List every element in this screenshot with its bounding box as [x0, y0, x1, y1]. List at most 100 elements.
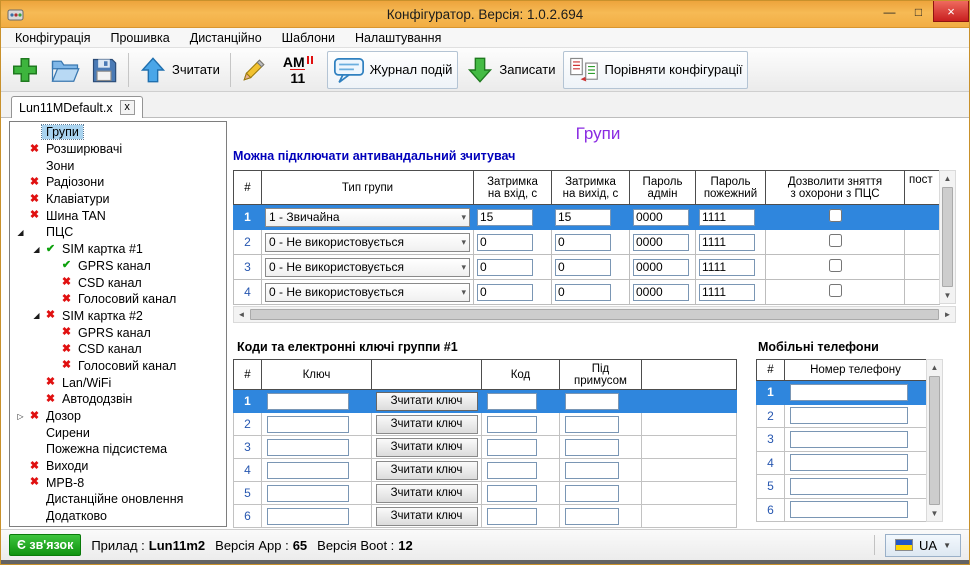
allow-disarm-checkbox[interactable] — [828, 259, 842, 272]
tree-item-14[interactable]: ✖ Голосовий канал — [10, 358, 226, 375]
key-input[interactable] — [267, 484, 349, 502]
save-config-button[interactable] — [85, 51, 123, 89]
tree-item-4[interactable]: ✖ Клавіатури — [10, 191, 226, 208]
code-input[interactable] — [487, 392, 537, 410]
window-resize-edge[interactable] — [1, 560, 969, 564]
key-input[interactable] — [267, 461, 349, 479]
scroll-up-icon[interactable] — [940, 171, 955, 186]
exit-delay-input[interactable] — [555, 258, 611, 276]
compare-configs-button[interactable]: Порівняти конфігурації — [563, 50, 749, 89]
edit-button[interactable] — [236, 51, 272, 89]
collapse-icon[interactable]: ◢ — [14, 228, 27, 237]
key-input[interactable] — [267, 438, 349, 456]
phone-row[interactable]: 4 — [756, 450, 927, 475]
admin-password-input[interactable] — [633, 208, 689, 226]
code-input[interactable] — [487, 461, 537, 479]
tree-item-15[interactable]: ✖ Lan/WiFi — [10, 374, 226, 391]
read-key-button[interactable]: Зчитати ключ — [375, 460, 478, 480]
fire-password-input[interactable] — [699, 208, 755, 226]
minimize-button[interactable]: — — [875, 1, 904, 22]
entry-delay-input[interactable] — [477, 258, 533, 276]
tree-item-8[interactable]: ✔ GPRS канал — [10, 258, 226, 275]
code-input[interactable] — [487, 507, 537, 525]
tree-item-6[interactable]: ◢ ПЦС — [10, 224, 226, 241]
scrollbar-thumb[interactable] — [250, 309, 939, 320]
scroll-left-icon[interactable] — [234, 307, 249, 322]
key-row[interactable]: 5 Зчитати ключ — [233, 481, 737, 505]
language-selector[interactable]: UA — [885, 533, 961, 557]
tree-item-9[interactable]: ✖ CSD канал — [10, 274, 226, 291]
expand-icon[interactable]: ▷ — [14, 412, 27, 421]
write-config-button[interactable]: Записати — [461, 51, 560, 89]
phones-vertical-scrollbar[interactable] — [926, 359, 943, 522]
menu-templates[interactable]: Шаблони — [272, 29, 345, 47]
key-row[interactable]: 4 Зчитати ключ — [233, 458, 737, 482]
tree-item-11[interactable]: ◢ ✖ SIM картка #2 — [10, 308, 226, 325]
tree-item-21[interactable]: ✖ МРВ-8 — [10, 474, 226, 491]
group-type-select[interactable]: 1 - Звичайна ▾ — [265, 207, 470, 227]
exit-delay-input[interactable] — [555, 233, 611, 251]
phone-number-input[interactable] — [790, 383, 908, 401]
code-input[interactable] — [487, 438, 537, 456]
tree-item-3[interactable]: ✖ Радіозони — [10, 174, 226, 191]
phone-row[interactable]: 1 — [756, 380, 927, 405]
maximize-button[interactable]: □ — [904, 1, 933, 22]
entry-delay-input[interactable] — [477, 233, 533, 251]
collapse-icon[interactable]: ◢ — [30, 245, 43, 254]
group-row[interactable]: 40 - Не використовується ▾ — [233, 279, 940, 305]
allow-disarm-checkbox[interactable] — [828, 284, 842, 297]
entry-delay-input[interactable] — [477, 208, 533, 226]
menu-remote[interactable]: Дистанційно — [180, 29, 272, 47]
key-row[interactable]: 6 Зчитати ключ — [233, 504, 737, 528]
tree-item-19[interactable]: Пожежна підсистема — [10, 441, 226, 458]
admin-password-input[interactable] — [633, 258, 689, 276]
admin-password-input[interactable] — [633, 283, 689, 301]
tree-item-16[interactable]: ✖ Автододзвін — [10, 391, 226, 408]
fire-password-input[interactable] — [699, 283, 755, 301]
phone-number-input[interactable] — [790, 430, 908, 448]
scroll-down-icon[interactable] — [927, 506, 942, 521]
read-key-button[interactable]: Зчитати ключ — [375, 414, 478, 434]
key-row[interactable]: 2 Зчитати ключ — [233, 412, 737, 436]
tab-close-button[interactable]: x — [119, 100, 135, 115]
am-11-button[interactable]: AM 11 — [272, 51, 324, 89]
read-key-button[interactable]: Зчитати ключ — [375, 437, 478, 457]
tree-item-18[interactable]: Сирени — [10, 424, 226, 441]
event-log-button[interactable]: Журнал подій — [326, 50, 459, 89]
read-key-button[interactable]: Зчитати ключ — [375, 506, 478, 526]
coercion-code-input[interactable] — [565, 392, 619, 410]
coercion-code-input[interactable] — [565, 484, 619, 502]
menu-firmware[interactable]: Прошивка — [100, 29, 179, 47]
read-config-button[interactable]: Зчитати — [134, 51, 225, 89]
tree-item-17[interactable]: ▷ ✖ Дозор — [10, 408, 226, 425]
coercion-code-input[interactable] — [565, 438, 619, 456]
tree-item-12[interactable]: ✖ GPRS канал — [10, 324, 226, 341]
read-key-button[interactable]: Зчитати ключ — [375, 391, 478, 411]
tree-item-20[interactable]: ✖ Виходи — [10, 458, 226, 475]
scrollbar-thumb[interactable] — [942, 187, 953, 287]
admin-password-input[interactable] — [633, 233, 689, 251]
key-input[interactable] — [267, 415, 349, 433]
allow-disarm-checkbox[interactable] — [828, 209, 842, 222]
phone-row[interactable]: 6 — [756, 497, 927, 522]
phone-row[interactable]: 3 — [756, 427, 927, 452]
entry-delay-input[interactable] — [477, 283, 533, 301]
groups-horizontal-scrollbar[interactable] — [233, 306, 956, 323]
group-type-select[interactable]: 0 - Не використовується ▾ — [265, 257, 470, 277]
tree-item-10[interactable]: ✖ Голосовий канал — [10, 291, 226, 308]
scroll-up-icon[interactable] — [927, 360, 942, 375]
allow-disarm-checkbox[interactable] — [828, 234, 842, 247]
tab-config-file[interactable]: Lun11MDefault.x x — [11, 96, 143, 118]
coercion-code-input[interactable] — [565, 415, 619, 433]
phone-number-input[interactable] — [790, 501, 908, 519]
open-config-button[interactable] — [45, 51, 85, 89]
phone-number-input[interactable] — [790, 477, 908, 495]
scroll-down-icon[interactable] — [940, 288, 955, 303]
menu-settings[interactable]: Налаштування — [345, 29, 451, 47]
phone-row[interactable]: 5 — [756, 474, 927, 499]
code-input[interactable] — [487, 415, 537, 433]
key-row[interactable]: 1 Зчитати ключ — [233, 389, 737, 413]
exit-delay-input[interactable] — [555, 208, 611, 226]
group-row[interactable]: 11 - Звичайна ▾ — [233, 204, 940, 230]
new-config-button[interactable] — [5, 51, 45, 89]
